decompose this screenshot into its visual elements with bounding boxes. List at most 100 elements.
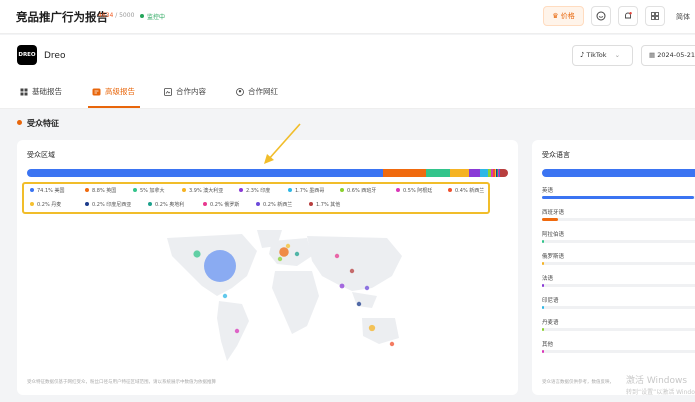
status-dot <box>140 14 144 18</box>
date-picker[interactable]: ▦ 2024-05-21 <box>641 45 695 66</box>
apps-button[interactable] <box>645 6 665 26</box>
region-dot[interactable] <box>364 285 370 291</box>
language-bar-track <box>542 284 695 287</box>
tab-advanced-report[interactable]: 高级报告 <box>92 86 135 97</box>
language-stacked-bar[interactable] <box>542 169 695 177</box>
platform-value: TikTok <box>586 51 607 59</box>
region-dot[interactable] <box>368 324 376 332</box>
region-bar-segment[interactable] <box>27 169 384 177</box>
legend-label: 8.8% 英国 <box>92 188 117 194</box>
legend-label: 2.3% 印度 <box>246 188 271 194</box>
top-bar: 竞品推广行为报告 4634 / 5000 监控中 ♛ 价格 简体 <box>0 0 695 34</box>
region-dot[interactable] <box>285 243 291 249</box>
grid-icon <box>20 88 28 95</box>
tab-label: 合作内容 <box>176 87 206 96</box>
legend-label: 5% 加拿大 <box>140 188 165 194</box>
region-dot[interactable] <box>204 250 236 282</box>
legend-item: 0.2% 丹麦 <box>30 201 61 208</box>
tab-label: 基础报告 <box>32 87 62 96</box>
notification-button[interactable] <box>618 6 638 26</box>
region-stacked-bar[interactable] <box>27 169 508 177</box>
language-bar[interactable] <box>542 196 694 199</box>
legend-dot <box>133 188 137 192</box>
crown-icon: ♛ <box>552 12 559 20</box>
region-dot[interactable] <box>334 253 340 259</box>
region-dot[interactable] <box>389 341 395 347</box>
language-bar[interactable] <box>542 350 544 353</box>
tab-collab-content[interactable]: 合作内容 <box>164 86 206 97</box>
legend-label: 0.5% 阿根廷 <box>403 188 433 194</box>
language-bar[interactable] <box>542 284 544 287</box>
legend-item: 8.8% 英国 <box>85 187 116 194</box>
brand-logo: DREO <box>17 45 37 65</box>
legend-item: 0.2% 俄罗斯 <box>203 201 239 208</box>
region-dot[interactable] <box>356 301 362 307</box>
region-dot[interactable] <box>222 293 228 299</box>
language-bar[interactable] <box>542 328 544 331</box>
language-bar[interactable] <box>542 262 544 265</box>
legend-item: 2.3% 印度 <box>239 187 270 194</box>
region-bar-segment[interactable] <box>449 169 469 177</box>
legend-dot <box>288 188 292 192</box>
legend-dot <box>448 188 452 192</box>
asia <box>307 236 402 291</box>
language-bar[interactable] <box>542 218 558 221</box>
australia <box>362 318 399 344</box>
platform-select[interactable]: ♪ TikTok ⌄ <box>572 45 633 66</box>
legend-label: 0.2% 俄罗斯 <box>210 202 240 208</box>
language-bar-track <box>542 262 695 265</box>
date-value: 2024-05-21 <box>657 51 695 59</box>
section-dot <box>17 120 22 125</box>
legend-dot <box>30 202 34 206</box>
region-footnote: 受众特征数据仅基于网红受众，粉丝口径与用户特征区域范围，请以系统展示中数值为依据… <box>27 380 216 385</box>
region-dot[interactable] <box>193 250 201 258</box>
legend-dot <box>203 202 207 206</box>
user-menu[interactable]: 简体 <box>676 12 690 22</box>
language-bar[interactable] <box>542 306 544 309</box>
audience-language-card: 受众语言 英语 西班牙语 阿拉伯语 俄罗斯语 法语 印尼语 丹麦语 其他 受众语言数据仅供参考… <box>532 140 695 395</box>
watermark-line2: 转到“设置”以激活 Windows。 <box>626 389 695 396</box>
grid-icon <box>651 12 659 20</box>
tab-basic-report[interactable]: 基础报告 <box>20 86 62 97</box>
quota-counter: 4634 / 5000 <box>98 12 134 19</box>
section-title: 受众特征 <box>17 118 59 129</box>
legend-label: 0.4% 新西兰 <box>455 188 485 194</box>
region-bar-segment[interactable] <box>499 169 508 177</box>
price-button[interactable]: ♛ 价格 <box>543 6 584 26</box>
language-label: 法语 <box>542 276 554 282</box>
africa <box>272 271 319 334</box>
south-america <box>217 301 249 361</box>
language-label: 其他 <box>542 342 554 348</box>
region-dot[interactable] <box>277 256 283 262</box>
message-button[interactable] <box>591 6 611 26</box>
legend-label: 1.7% 其他 <box>316 202 341 208</box>
region-bar-segment[interactable] <box>425 169 450 177</box>
region-bar-segment[interactable] <box>479 169 488 177</box>
region-dot[interactable] <box>279 247 289 257</box>
brand-name: Dreo <box>44 51 66 61</box>
region-dot[interactable] <box>339 283 345 289</box>
monitor-status-label: 监控中 <box>147 14 166 21</box>
region-bar-segment[interactable] <box>383 169 426 177</box>
language-label: 阿拉伯语 <box>542 232 565 238</box>
calendar-icon: ▦ <box>649 51 656 59</box>
chat-icon <box>596 11 606 21</box>
region-dot[interactable] <box>234 328 240 334</box>
legend-dot <box>30 188 34 192</box>
language-label: 印尼语 <box>542 298 559 304</box>
world-map[interactable] <box>147 226 417 366</box>
region-dot[interactable] <box>349 268 355 274</box>
legend-item: 0.5% 阿根廷 <box>396 187 432 194</box>
region-dot[interactable] <box>294 251 300 257</box>
legend-label: 0.6% 西班牙 <box>347 188 377 194</box>
report-icon <box>92 88 101 95</box>
tab-collab-influencers[interactable]: 合作网红 <box>236 86 278 97</box>
quota-used: 4634 <box>98 12 114 19</box>
brand-header: DREO Dreo ♪ TikTok ⌄ ▦ 2024-05-21 基础报告 高… <box>0 35 695 109</box>
legend-dot <box>85 188 89 192</box>
language-bar-track <box>542 240 695 243</box>
region-bar-segment[interactable] <box>468 169 480 177</box>
language-bar-track <box>542 328 695 331</box>
language-bar-track <box>542 350 695 353</box>
user-icon <box>236 87 244 96</box>
